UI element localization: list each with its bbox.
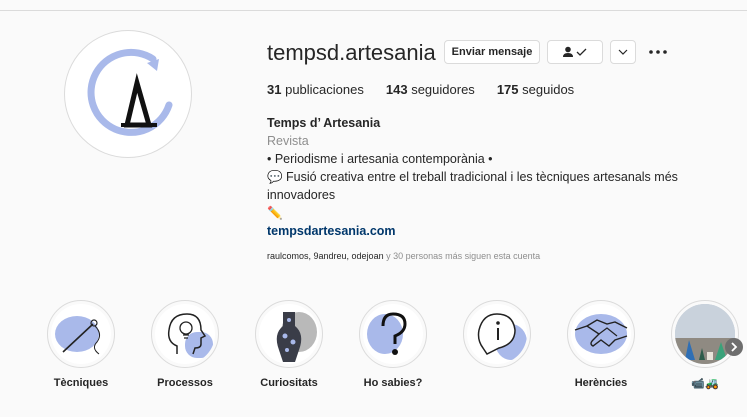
followers-label: seguidores bbox=[411, 82, 475, 97]
profile-bio: Temps d’ Artesania Revista • Periodisme … bbox=[267, 114, 727, 240]
posts-count: 31 bbox=[267, 82, 282, 97]
posts-label: publicaciones bbox=[285, 82, 364, 97]
bio-line-1: • Periodisme i artesania contemporània • bbox=[267, 152, 493, 166]
ellipsis-icon bbox=[649, 50, 667, 54]
highlight-label-tecniques: Tècniques bbox=[53, 377, 109, 389]
highlight-label-photo: 📹🚜 bbox=[691, 378, 719, 390]
highlight-ho-sabies[interactable] bbox=[359, 300, 427, 368]
profile-full-name: Temps d’ Artesania bbox=[267, 116, 381, 130]
highlight-processos[interactable] bbox=[151, 300, 219, 368]
following-stat[interactable]: 175 seguidos bbox=[497, 82, 574, 97]
profile-username: tempsd.artesania bbox=[267, 40, 436, 65]
highlight-info[interactable] bbox=[463, 300, 531, 368]
bio-line-2: 💬 Fusió creativa entre el treball tradic… bbox=[267, 170, 678, 202]
website-link[interactable]: tempsdartesania.com bbox=[267, 222, 727, 240]
followed-by-users: raulcomos, 9andreu, odejoan bbox=[267, 251, 384, 261]
bio-line-3: ✏️ bbox=[267, 206, 283, 220]
more-options-button[interactable] bbox=[647, 40, 669, 64]
suggestions-dropdown-button[interactable] bbox=[610, 40, 636, 64]
following-count: 175 bbox=[496, 82, 519, 97]
highlight-photo[interactable] bbox=[671, 300, 739, 368]
followers-stat[interactable]: 143 seguidores bbox=[386, 82, 475, 97]
info-bubble-icon bbox=[477, 313, 527, 360]
followed-by-rest: y 30 personas más siguen esta cuenta bbox=[383, 251, 541, 261]
highlight-label-processos: Processos bbox=[157, 377, 213, 389]
question-icon bbox=[367, 312, 407, 355]
profile-avatar[interactable] bbox=[64, 30, 192, 158]
highlight-curiositats[interactable] bbox=[255, 300, 323, 368]
highlight-label-curiositats: Curiositats bbox=[260, 377, 318, 389]
highlights-next-button[interactable] bbox=[725, 338, 743, 356]
followers-count: 143 bbox=[385, 82, 408, 97]
highlight-tecniques[interactable] bbox=[47, 300, 115, 368]
top-divider bbox=[0, 10, 747, 11]
handshake-icon bbox=[574, 314, 628, 354]
person-check-icon bbox=[563, 46, 587, 57]
lightbulb-head-icon bbox=[167, 313, 213, 358]
highlight-label-ho-sabies: Ho sabies? bbox=[363, 377, 423, 389]
photo-thumbnail bbox=[675, 304, 735, 364]
profile-category: Revista bbox=[267, 134, 309, 148]
needle-icon bbox=[55, 316, 101, 355]
chevron-down-icon bbox=[618, 49, 628, 55]
highlight-label-herencies: Herències bbox=[574, 377, 628, 389]
highlight-herencies[interactable] bbox=[567, 300, 635, 368]
followed-by[interactable]: raulcomos, 9andreu, odejoan y 30 persona… bbox=[267, 251, 540, 261]
chevron-right-icon bbox=[731, 342, 738, 352]
send-message-button[interactable]: Enviar mensaje bbox=[444, 40, 540, 64]
artifact-icon bbox=[276, 312, 317, 362]
profile-stats: 31 publicaciones 143 seguidores 175 segu… bbox=[267, 82, 596, 97]
following-button[interactable] bbox=[547, 40, 603, 64]
following-label: seguidos bbox=[522, 82, 575, 97]
logo-icon bbox=[87, 48, 173, 136]
posts-stat: 31 publicaciones bbox=[267, 82, 364, 97]
